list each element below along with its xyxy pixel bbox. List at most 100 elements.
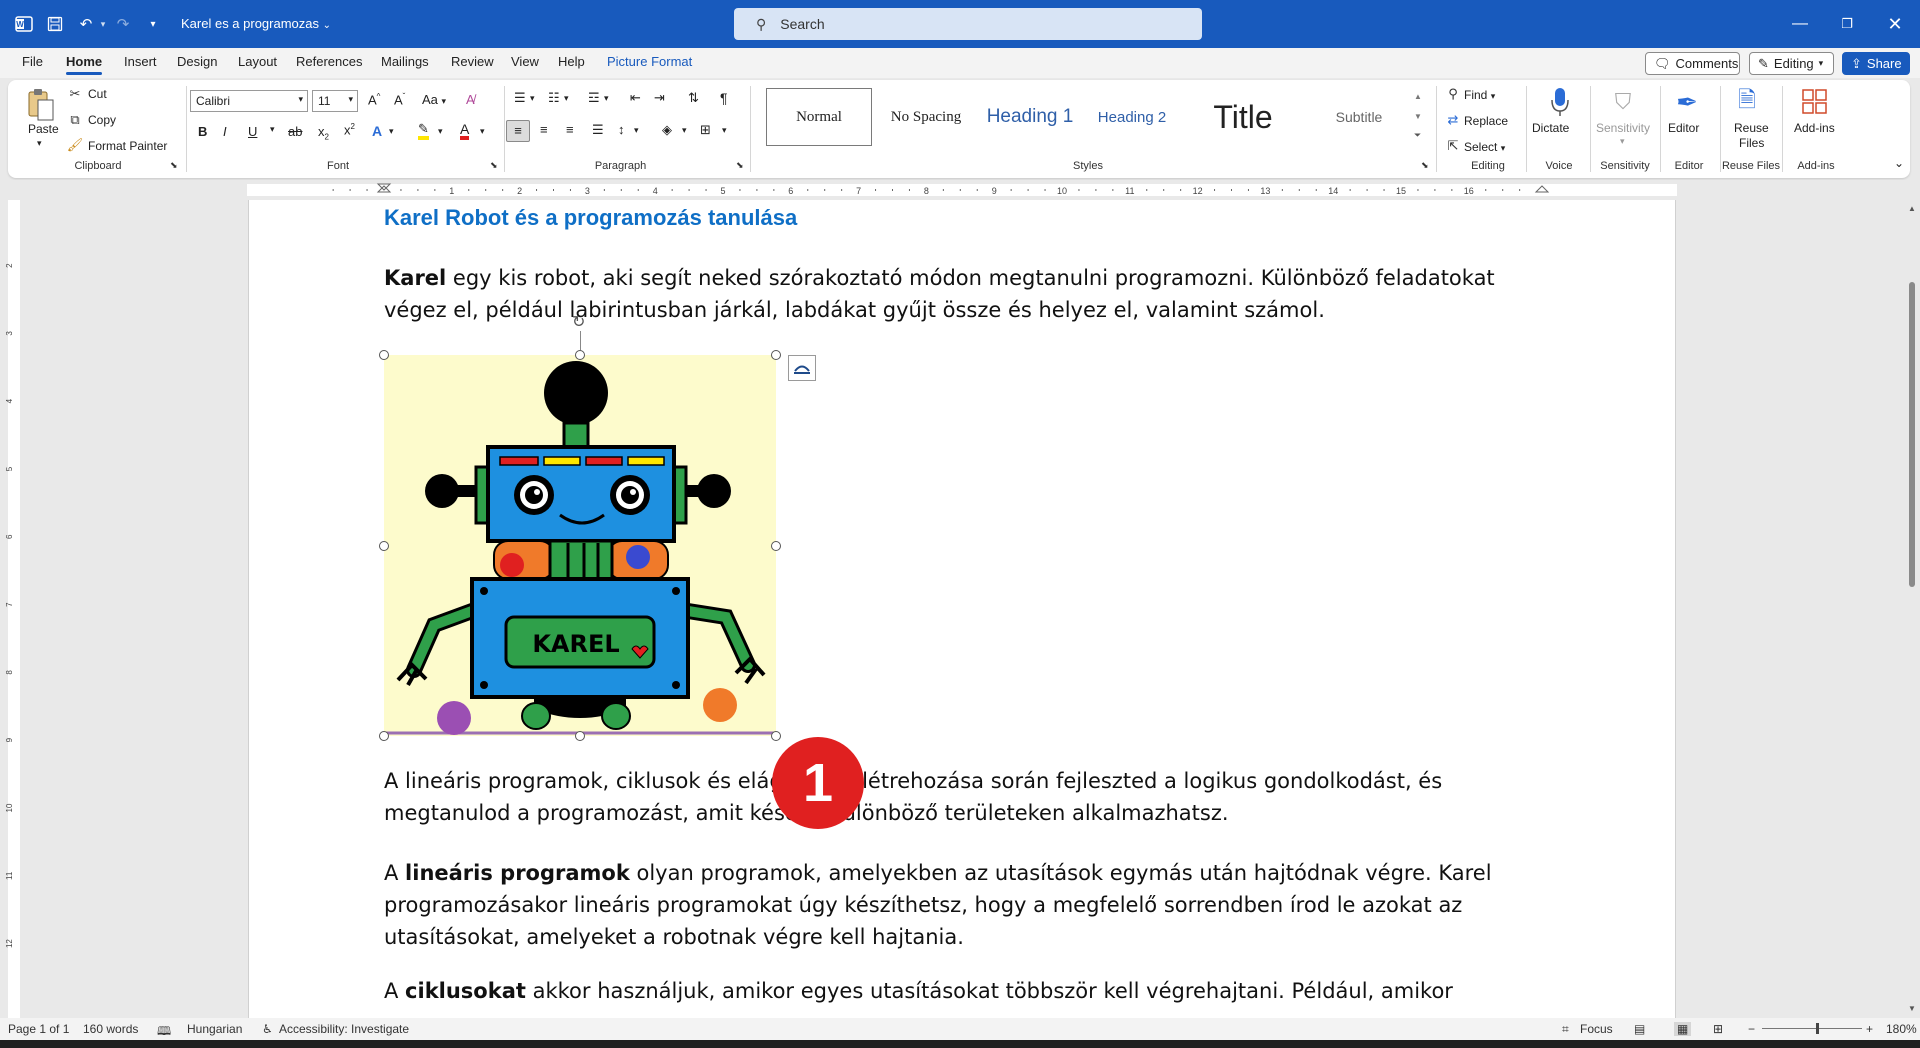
restore-button[interactable]: ❐ xyxy=(1832,10,1862,38)
resize-handle-bottom-left[interactable] xyxy=(379,731,389,741)
comments-button[interactable]: 🗨 Comments xyxy=(1645,52,1740,75)
clipboard-launcher-icon[interactable]: ⬊ xyxy=(170,160,178,171)
redo-icon[interactable]: ↷ xyxy=(113,14,133,34)
document-page[interactable]: Karel Robot és a programozás tanulása Ka… xyxy=(248,200,1676,1018)
styles-more-icon[interactable]: ⏷ xyxy=(1414,130,1421,141)
underline-dropdown-icon[interactable]: ▾ xyxy=(270,124,275,135)
accessibility-status[interactable]: Accessibility: Investigate xyxy=(279,1022,409,1036)
cut-button[interactable]: Cut xyxy=(88,87,107,101)
reuse-files-button-line2[interactable]: Files xyxy=(1739,136,1764,150)
subscript-button[interactable]: x2 xyxy=(318,124,329,142)
focus-mode-button[interactable]: Focus xyxy=(1580,1022,1613,1036)
resize-handle-bottom[interactable] xyxy=(575,731,585,741)
zoom-slider[interactable] xyxy=(1762,1028,1862,1029)
increase-indent-icon[interactable]: ⇥ xyxy=(654,90,665,106)
undo-dropdown-icon[interactable]: ▾ xyxy=(93,14,113,34)
tab-review[interactable]: Review xyxy=(451,54,494,69)
paste-dropdown-icon[interactable]: ▾ xyxy=(37,138,42,149)
paragraph-linear[interactable]: A lineáris programok olyan programok, am… xyxy=(384,857,1504,953)
share-button[interactable]: ⇪ Share xyxy=(1842,52,1910,75)
format-painter-button[interactable]: Format Painter xyxy=(88,139,167,153)
indent-marker[interactable] xyxy=(376,183,392,193)
zoom-in-icon[interactable]: + xyxy=(1866,1022,1873,1036)
resize-handle-left[interactable] xyxy=(379,541,389,551)
add-ins-icon[interactable] xyxy=(1800,86,1830,118)
document-title[interactable]: Karel es a programozas ⌄ xyxy=(181,16,331,31)
tab-references[interactable]: References xyxy=(296,54,362,69)
reuse-files-button-line1[interactable]: Reuse xyxy=(1734,121,1769,135)
style-no-spacing[interactable]: No Spacing xyxy=(876,88,976,146)
paste-icon[interactable] xyxy=(26,88,56,122)
tab-design[interactable]: Design xyxy=(177,54,217,69)
styles-scroll-down-icon[interactable]: ▼ xyxy=(1414,112,1422,121)
paragraph-intro[interactable]: Karel egy kis robot, aki segít neked szó… xyxy=(384,262,1504,326)
tab-insert[interactable]: Insert xyxy=(124,54,157,69)
bullets-icon[interactable]: ☰ xyxy=(514,90,526,106)
paragraph-launcher-icon[interactable]: ⬊ xyxy=(736,160,744,171)
shading-icon[interactable]: ◈ xyxy=(662,122,672,138)
align-left-button[interactable]: ≡ xyxy=(506,120,530,142)
style-heading-2[interactable]: Heading 2 xyxy=(1084,88,1180,146)
show-formatting-marks-icon[interactable]: ¶ xyxy=(720,90,728,106)
document-heading[interactable]: Karel Robot és a programozás tanulása xyxy=(384,205,797,231)
scroll-down-icon[interactable]: ▼ xyxy=(1908,1004,1916,1013)
karel-robot-image[interactable]: KAREL ↻ xyxy=(379,315,781,741)
editing-mode-button[interactable]: ✎ Editing ▾ xyxy=(1749,52,1834,75)
language-indicator[interactable]: Hungarian xyxy=(187,1022,242,1036)
chevron-down-icon[interactable]: ▾ xyxy=(1620,136,1625,147)
strikethrough-button[interactable]: ab xyxy=(288,124,302,139)
tab-home[interactable]: Home xyxy=(66,54,103,75)
editor-button[interactable]: Editor xyxy=(1668,121,1699,135)
multilevel-list-icon[interactable]: ☲ xyxy=(588,90,600,106)
find-button[interactable]: Find ▾ xyxy=(1464,88,1495,102)
tab-help[interactable]: Help xyxy=(558,54,585,69)
close-button[interactable]: ✕ xyxy=(1880,10,1910,38)
word-count[interactable]: 160 words xyxy=(83,1022,138,1036)
numbering-icon[interactable]: ☷ xyxy=(548,90,560,106)
styles-scroll-up-icon[interactable]: ▲ xyxy=(1414,92,1422,101)
vertical-ruler[interactable]: 2 3 4 5 6 7 8 9 10 11 12 xyxy=(2,200,22,1018)
print-layout-icon[interactable]: ▦ xyxy=(1674,1022,1692,1036)
change-case-button[interactable]: Aa ▾ xyxy=(422,92,446,107)
align-center-button[interactable]: ≡ xyxy=(540,122,548,137)
resize-handle-right[interactable] xyxy=(771,541,781,551)
chevron-down-icon[interactable]: ▾ xyxy=(438,126,443,137)
font-launcher-icon[interactable]: ⬊ xyxy=(490,160,498,171)
scroll-thumb[interactable] xyxy=(1909,282,1915,587)
decrease-indent-icon[interactable]: ⇤ xyxy=(630,90,641,106)
zoom-slider-thumb[interactable] xyxy=(1816,1023,1819,1034)
scroll-up-icon[interactable]: ▲ xyxy=(1908,204,1916,213)
save-icon[interactable] xyxy=(45,14,65,34)
paragraph-overview[interactable]: A lineáris programok, ciklusok és elágaz… xyxy=(384,765,1504,829)
superscript-button[interactable]: x2 xyxy=(344,122,355,137)
font-name-combo[interactable]: Calibri ▾ xyxy=(190,90,308,112)
add-ins-button[interactable]: Add-ins xyxy=(1794,121,1835,135)
tab-picture-format[interactable]: Picture Format xyxy=(607,54,692,69)
rotate-handle-icon[interactable]: ↻ xyxy=(572,315,588,331)
collapse-ribbon-icon[interactable]: ⌄ xyxy=(1894,156,1904,170)
font-size-combo[interactable]: 11 ▾ xyxy=(312,90,358,112)
minimize-button[interactable]: — xyxy=(1785,10,1815,38)
line-spacing-icon[interactable]: ↕ xyxy=(618,122,625,137)
tab-file[interactable]: File xyxy=(22,54,43,69)
copy-button[interactable]: Copy xyxy=(88,113,116,127)
resize-handle-top[interactable] xyxy=(575,350,585,360)
chevron-down-icon[interactable]: ▾ xyxy=(604,93,609,104)
styles-launcher-icon[interactable]: ⬊ xyxy=(1421,160,1429,171)
underline-button[interactable]: U xyxy=(248,124,257,139)
resize-handle-top-left[interactable] xyxy=(379,350,389,360)
horizontal-ruler[interactable]: 1 2 3 4 5 6 7 8 9 10 11 12 13 14 15 16 xyxy=(0,180,1920,200)
font-color-icon[interactable]: A xyxy=(460,122,470,140)
chevron-down-icon[interactable]: ▾ xyxy=(722,125,727,136)
read-mode-icon[interactable]: ▤ xyxy=(1634,1022,1645,1036)
justify-button[interactable]: ☰ xyxy=(592,122,604,138)
chevron-down-icon[interactable]: ▾ xyxy=(634,125,639,136)
style-title[interactable]: Title xyxy=(1184,88,1302,146)
sort-icon[interactable]: ⇅ xyxy=(688,90,699,106)
grow-font-icon[interactable]: A^ xyxy=(368,92,380,107)
zoom-level[interactable]: 180% xyxy=(1886,1022,1917,1036)
align-right-button[interactable]: ≡ xyxy=(566,122,574,137)
tab-view[interactable]: View xyxy=(511,54,539,69)
paragraph-loops[interactable]: A ciklusokat akkor használjuk, amikor eg… xyxy=(384,975,1504,1007)
sensitivity-button[interactable]: Sensitivity xyxy=(1596,121,1650,135)
